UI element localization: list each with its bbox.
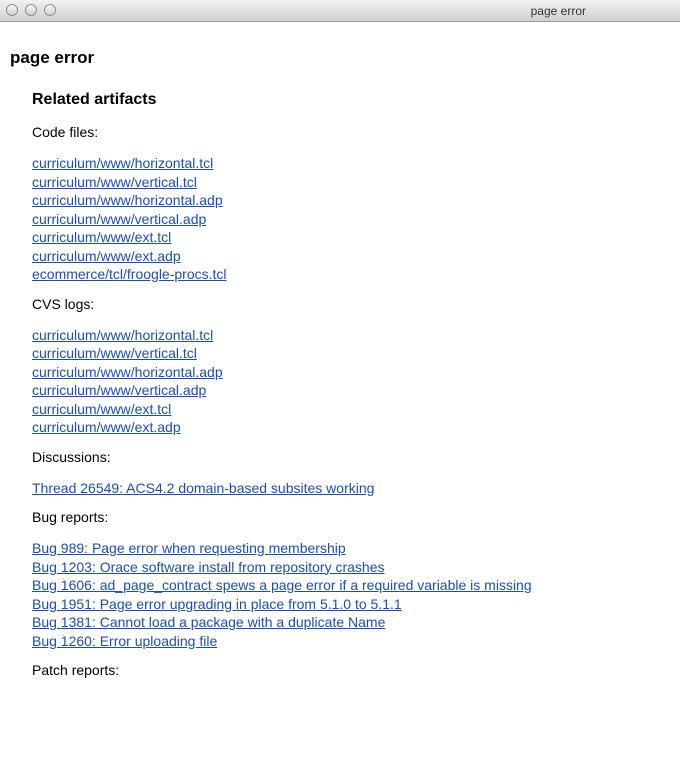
- cvs-log-link[interactable]: curriculum/www/ext.tcl: [32, 401, 171, 417]
- bug-report-link[interactable]: Bug 1951: Page error upgrading in place …: [32, 596, 402, 612]
- list-item: curriculum/www/ext.adp: [32, 247, 672, 266]
- bug-report-link[interactable]: Bug 1260: Error uploading file: [32, 633, 217, 649]
- patch-reports-label: Patch reports:: [32, 662, 120, 678]
- cvs-logs-list: curriculum/www/horizontal.tcl curriculum…: [32, 326, 672, 437]
- list-item: Bug 1606: ad_page_contract spews a page …: [32, 576, 672, 595]
- bug-reports-label: Bug reports:: [32, 509, 109, 525]
- cvs-logs-label: CVS logs:: [32, 295, 95, 312]
- code-file-link[interactable]: curriculum/www/horizontal.tcl: [32, 155, 213, 171]
- list-item: Thread 26549: ACS4.2 domain-based subsit…: [32, 479, 672, 498]
- list-item: Bug 1260: Error uploading file: [32, 632, 672, 651]
- list-item: curriculum/www/ext.tcl: [32, 400, 672, 419]
- bug-reports-list: Bug 989: Page error when requesting memb…: [32, 539, 672, 650]
- list-item: curriculum/www/horizontal.tcl: [32, 326, 672, 345]
- list-item: curriculum/www/horizontal.adp: [32, 363, 672, 382]
- list-item: curriculum/www/horizontal.tcl: [32, 154, 672, 173]
- code-files-list: curriculum/www/horizontal.tcl curriculum…: [32, 154, 672, 284]
- window-title: page error: [530, 4, 586, 18]
- discussions-label: Discussions:: [32, 448, 111, 465]
- related-artifacts-section: Related artifacts Code files: curriculum…: [32, 90, 672, 692]
- bug-report-link[interactable]: Bug 1606: ad_page_contract spews a page …: [32, 577, 532, 593]
- code-file-link[interactable]: curriculum/www/horizontal.adp: [32, 192, 223, 208]
- list-item: curriculum/www/horizontal.adp: [32, 191, 672, 210]
- list-item: Bug 1951: Page error upgrading in place …: [32, 595, 672, 614]
- code-file-link[interactable]: curriculum/www/ext.adp: [32, 248, 181, 264]
- cvs-log-link[interactable]: curriculum/www/horizontal.adp: [32, 364, 223, 380]
- list-item: curriculum/www/vertical.tcl: [32, 173, 672, 192]
- list-item: curriculum/www/vertical.adp: [32, 210, 672, 229]
- code-files-label: Code files:: [32, 124, 99, 140]
- bug-report-link[interactable]: Bug 1381: Cannot load a package with a d…: [32, 614, 385, 630]
- title-bar[interactable]: page error: [0, 0, 680, 22]
- discussions-list: Thread 26549: ACS4.2 domain-based subsit…: [32, 479, 672, 498]
- list-item: curriculum/www/ext.adp: [32, 418, 672, 437]
- code-file-link[interactable]: curriculum/www/vertical.adp: [32, 211, 206, 227]
- cvs-log-link[interactable]: curriculum/www/vertical.adp: [32, 382, 206, 398]
- cvs-log-link[interactable]: curriculum/www/ext.adp: [32, 419, 181, 435]
- list-item: curriculum/www/vertical.adp: [32, 381, 672, 400]
- list-item: curriculum/www/vertical.tcl: [32, 344, 672, 363]
- list-item: Bug 1203: Orace software install from re…: [32, 558, 672, 577]
- list-item: Bug 1381: Cannot load a package with a d…: [32, 613, 672, 632]
- bug-report-link[interactable]: Bug 1203: Orace software install from re…: [32, 559, 385, 575]
- browser-window: page error page error Related artifacts …: [0, 0, 680, 758]
- list-item: Bug 989: Page error when requesting memb…: [32, 539, 672, 558]
- list-item: curriculum/www/ext.tcl: [32, 228, 672, 247]
- page-content: page error Related artifacts Code files:…: [0, 22, 680, 758]
- cvs-log-link[interactable]: curriculum/www/vertical.tcl: [32, 345, 197, 361]
- cvs-log-link[interactable]: curriculum/www/horizontal.tcl: [32, 327, 213, 343]
- bug-report-link[interactable]: Bug 989: Page error when requesting memb…: [32, 540, 346, 556]
- code-file-link[interactable]: curriculum/www/ext.tcl: [32, 229, 171, 245]
- related-artifacts-heading: Related artifacts: [32, 91, 157, 108]
- code-file-link[interactable]: curriculum/www/vertical.tcl: [32, 174, 197, 190]
- list-item: ecommerce/tcl/froogle-procs.tcl: [32, 265, 672, 284]
- discussion-thread-link[interactable]: Thread 26549: ACS4.2 domain-based subsit…: [32, 480, 374, 496]
- page-title: page error: [10, 48, 95, 67]
- code-file-link[interactable]: ecommerce/tcl/froogle-procs.tcl: [32, 266, 227, 282]
